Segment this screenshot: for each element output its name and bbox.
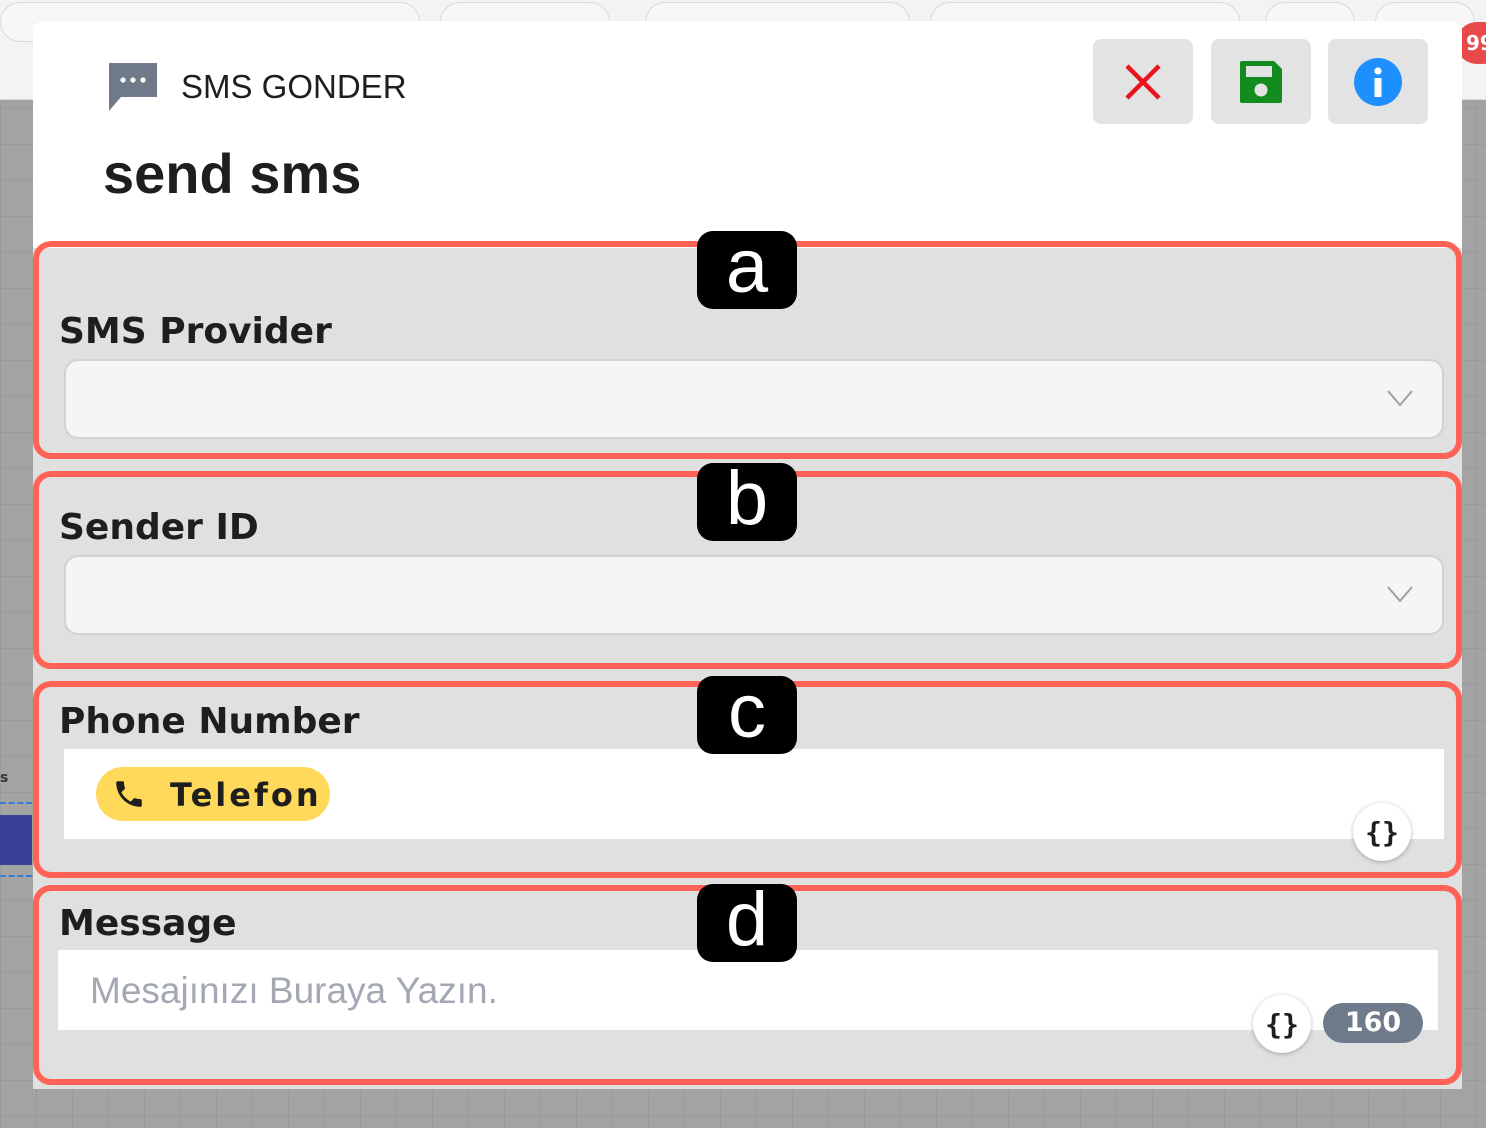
- phone-variable-chip[interactable]: Telefon: [96, 767, 330, 821]
- connector-line: [0, 875, 32, 877]
- marker-c: c: [697, 674, 797, 754]
- chevron-down-icon: [1387, 586, 1413, 603]
- sender-id-select[interactable]: [64, 555, 1444, 635]
- message-textarea[interactable]: [58, 950, 1438, 1030]
- marker-a: a: [697, 229, 797, 309]
- marker-d: d: [697, 882, 797, 962]
- sms-chat-icon: [109, 63, 157, 111]
- save-icon: [1240, 60, 1282, 103]
- sender-id-label: Sender ID: [59, 507, 259, 548]
- chevron-down-icon: [1387, 390, 1413, 407]
- message-variable-button[interactable]: {}: [1253, 995, 1311, 1053]
- character-counter: 160: [1323, 1003, 1423, 1043]
- close-icon: [1125, 63, 1161, 100]
- info-button[interactable]: [1328, 39, 1428, 124]
- send-sms-modal: SMS GONDER send sms SMS Provider Sender …: [33, 21, 1462, 1089]
- canvas-node-label: s: [0, 770, 9, 786]
- phone-chip-label: Telefon: [170, 776, 322, 814]
- marker-b: b: [697, 461, 797, 541]
- save-button[interactable]: [1211, 39, 1311, 124]
- modal-header-title: SMS GONDER: [181, 68, 407, 105]
- sms-provider-label: SMS Provider: [59, 311, 332, 352]
- sms-provider-select[interactable]: [64, 359, 1444, 439]
- phone-icon: [116, 781, 142, 807]
- phone-number-input[interactable]: Telefon: [64, 749, 1444, 839]
- phone-number-label: Phone Number: [59, 701, 360, 742]
- close-button[interactable]: [1093, 39, 1193, 124]
- modal-header: SMS GONDER send sms: [33, 21, 1462, 248]
- info-icon: [1354, 57, 1402, 106]
- page-title: send sms: [103, 142, 362, 205]
- connector-line: [0, 802, 32, 804]
- canvas-node[interactable]: [0, 815, 32, 865]
- message-label: Message: [59, 903, 237, 944]
- phone-variable-button[interactable]: {}: [1353, 803, 1411, 861]
